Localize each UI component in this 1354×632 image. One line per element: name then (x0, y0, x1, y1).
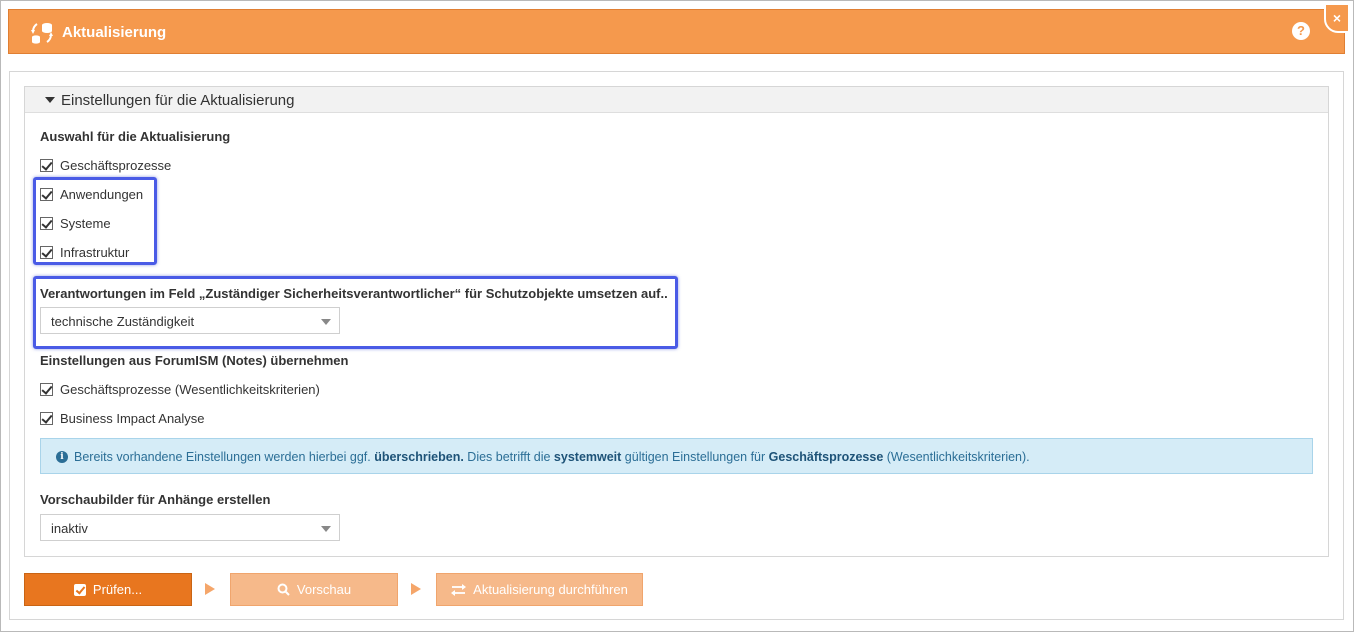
check-square-icon (73, 583, 86, 596)
preview-label: Vorschaubilder für Anhänge erstellen (40, 492, 271, 507)
panel-title: Einstellungen für die Aktualisierung (61, 92, 295, 109)
forumism-label: Einstellungen aus ForumISM (Notes) übern… (40, 353, 349, 368)
exchange-icon (451, 583, 467, 596)
checkbox-business-impact[interactable]: Business Impact Analyse (40, 409, 205, 427)
close-button[interactable]: × (1324, 3, 1350, 33)
title-bar: Aktualisierung ? (8, 9, 1345, 54)
search-icon (277, 583, 290, 596)
preview-button[interactable]: Vorschau (230, 573, 398, 606)
checkbox-label: Business Impact Analyse (60, 410, 205, 426)
help-icon[interactable]: ? (1292, 22, 1310, 40)
info-alert: i Bereits vorhandene Einstellungen werde… (40, 438, 1313, 474)
checkbox-label: Geschäftsprozesse (60, 157, 172, 173)
run-update-button[interactable]: Aktualisierung durchführen (436, 573, 643, 606)
run-update-button-label: Aktualisierung durchführen (473, 582, 628, 597)
check-button-label: Prüfen... (92, 582, 143, 597)
step-arrow-icon (411, 583, 421, 595)
panel-header[interactable]: Einstellungen für die Aktualisierung (25, 87, 1328, 113)
checkbox-geschaeftsprozesse[interactable]: Geschäftsprozesse (40, 156, 171, 174)
step-arrow-icon (205, 583, 215, 595)
checkbox-checked-icon[interactable] (40, 411, 53, 425)
database-sync-icon (31, 23, 53, 44)
selection-label: Auswahl für die Aktualisierung (40, 129, 231, 144)
window-title: Aktualisierung (62, 24, 167, 41)
highlight-box-checkboxes (33, 177, 157, 265)
checkbox-checked-icon[interactable] (40, 158, 53, 172)
highlight-box-responsibility (33, 276, 678, 349)
preview-button-label: Vorschau (296, 582, 352, 597)
caret-down-icon[interactable] (45, 97, 55, 103)
select-value: inaktiv (51, 521, 88, 536)
checkbox-label: Geschäftsprozesse (Wesentlichkeitskriter… (60, 381, 320, 397)
check-button[interactable]: Prüfen... (24, 573, 192, 606)
chevron-down-icon (321, 526, 331, 532)
info-icon: i (56, 451, 68, 463)
checkbox-geschaeftsprozesse-wesentlichkeit[interactable]: Geschäftsprozesse (Wesentlichkeitskriter… (40, 380, 320, 398)
info-text: Bereits vorhandene Einstellungen werden … (74, 450, 1030, 464)
checkbox-checked-icon[interactable] (40, 382, 53, 396)
preview-select[interactable]: inaktiv (40, 514, 340, 541)
